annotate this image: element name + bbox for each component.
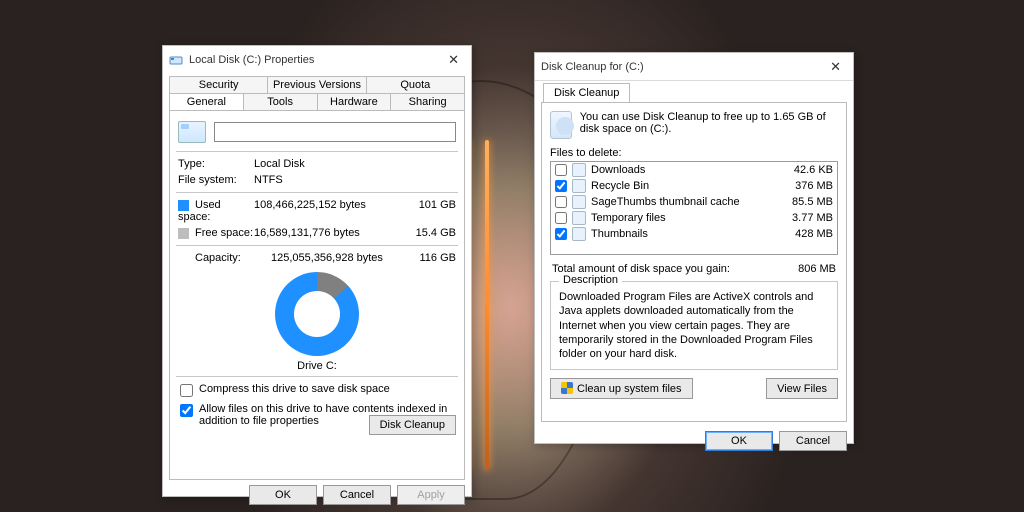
background-filament bbox=[485, 140, 489, 470]
titlebar[interactable]: Disk Cleanup for (C:) ✕ bbox=[535, 53, 853, 81]
label-filesystem: File system: bbox=[178, 174, 254, 186]
total-gain-value: 806 MB bbox=[798, 263, 836, 275]
file-name: Recycle Bin bbox=[591, 180, 772, 192]
tab-hardware[interactable]: Hardware bbox=[318, 93, 392, 110]
drive-name-input[interactable] bbox=[214, 122, 456, 142]
drive-icon bbox=[169, 53, 183, 67]
description-legend: Description bbox=[559, 274, 622, 286]
files-list[interactable]: Downloads 42.6 KB Recycle Bin 376 MB SageThu… bbox=[550, 161, 838, 255]
disk-cleanup-window: Disk Cleanup for (C:) ✕ Disk Cleanup You… bbox=[534, 52, 854, 444]
list-item[interactable]: Temporary files 3.77 MB bbox=[551, 210, 837, 226]
tab-previous-versions[interactable]: Previous Versions bbox=[268, 76, 366, 93]
label-free: Free space: bbox=[178, 227, 254, 239]
file-size: 42.6 KB bbox=[777, 164, 833, 176]
value-used-bytes: 108,466,225,152 bytes bbox=[254, 199, 400, 223]
tab-tools[interactable]: Tools bbox=[244, 93, 318, 110]
dialog-buttons: OK Cancel bbox=[535, 426, 853, 456]
file-size: 428 MB bbox=[777, 228, 833, 240]
file-type-icon bbox=[572, 179, 586, 193]
close-icon[interactable]: ✕ bbox=[442, 50, 465, 70]
tab-general[interactable]: General bbox=[169, 93, 244, 110]
view-files-button[interactable]: View Files bbox=[766, 378, 838, 399]
tab-sharing[interactable]: Sharing bbox=[391, 93, 465, 110]
value-type: Local Disk bbox=[254, 158, 456, 170]
drive-caption: Drive C: bbox=[178, 360, 456, 372]
description-group: Description Downloaded Program Files are… bbox=[550, 281, 838, 370]
file-checkbox[interactable] bbox=[555, 180, 567, 192]
close-icon[interactable]: ✕ bbox=[824, 57, 847, 77]
value-capacity-human: 116 GB bbox=[400, 252, 456, 264]
file-checkbox[interactable] bbox=[555, 164, 567, 176]
dialog-buttons: OK Cancel Apply bbox=[163, 480, 471, 510]
tab-disk-cleanup[interactable]: Disk Cleanup bbox=[543, 83, 630, 102]
file-name: Thumbnails bbox=[591, 228, 772, 240]
index-checkbox-input[interactable] bbox=[180, 404, 193, 417]
tab-page-general: Type:Local Disk File system:NTFS Used sp… bbox=[169, 110, 465, 480]
file-size: 376 MB bbox=[777, 180, 833, 192]
disk-cleanup-button[interactable]: Disk Cleanup bbox=[369, 415, 456, 435]
file-size: 3.77 MB bbox=[777, 212, 833, 224]
value-free-bytes: 16,589,131,776 bytes bbox=[254, 227, 400, 239]
value-capacity-bytes: 125,055,356,928 bytes bbox=[271, 252, 400, 264]
clean-system-files-button[interactable]: Clean up system files bbox=[550, 378, 693, 399]
compress-checkbox-input[interactable] bbox=[180, 384, 193, 397]
list-item[interactable]: SageThumbs thumbnail cache 85.5 MB bbox=[551, 194, 837, 210]
description-text: Downloaded Program Files are ActiveX con… bbox=[559, 290, 829, 361]
file-checkbox[interactable] bbox=[555, 212, 567, 224]
tab-security[interactable]: Security bbox=[169, 76, 268, 93]
file-type-icon bbox=[572, 211, 586, 225]
list-item[interactable]: Downloads 42.6 KB bbox=[551, 162, 837, 178]
tab-quota[interactable]: Quota bbox=[367, 76, 465, 93]
files-to-delete-label: Files to delete: bbox=[550, 147, 838, 159]
list-item[interactable]: Recycle Bin 376 MB bbox=[551, 178, 837, 194]
drive-icon bbox=[178, 121, 206, 143]
cancel-button[interactable]: Cancel bbox=[779, 431, 847, 451]
cleanup-info-text: You can use Disk Cleanup to free up to 1… bbox=[580, 111, 838, 139]
file-size: 85.5 MB bbox=[777, 196, 833, 208]
label-type: Type: bbox=[178, 158, 254, 170]
window-title: Disk Cleanup for (C:) bbox=[541, 61, 644, 73]
file-type-icon bbox=[572, 227, 586, 241]
file-name: Temporary files bbox=[591, 212, 772, 224]
ok-button[interactable]: OK bbox=[705, 431, 773, 451]
list-item[interactable]: Thumbnails 428 MB bbox=[551, 226, 837, 242]
window-title: Local Disk (C:) Properties bbox=[189, 54, 314, 66]
file-type-icon bbox=[572, 163, 586, 177]
file-checkbox[interactable] bbox=[555, 196, 567, 208]
file-name: SageThumbs thumbnail cache bbox=[591, 196, 772, 208]
disk-cleanup-icon bbox=[550, 111, 572, 139]
capacity-pie-chart bbox=[275, 272, 359, 356]
value-used-human: 101 GB bbox=[400, 199, 456, 223]
apply-button: Apply bbox=[397, 485, 465, 505]
drive-properties-window: Local Disk (C:) Properties ✕ Security Pr… bbox=[162, 45, 472, 497]
tab-page-disk-cleanup: You can use Disk Cleanup to free up to 1… bbox=[541, 102, 847, 422]
file-checkbox[interactable] bbox=[555, 228, 567, 240]
file-type-icon bbox=[572, 195, 586, 209]
label-used: Used space: bbox=[178, 199, 254, 223]
value-filesystem: NTFS bbox=[254, 174, 456, 186]
label-capacity: Capacity: bbox=[195, 252, 271, 264]
shield-icon bbox=[561, 382, 573, 394]
titlebar[interactable]: Local Disk (C:) Properties ✕ bbox=[163, 46, 471, 74]
tabs: Security Previous Versions Quota General… bbox=[169, 76, 465, 110]
cancel-button[interactable]: Cancel bbox=[323, 485, 391, 505]
compress-checkbox[interactable]: Compress this drive to save disk space bbox=[180, 383, 454, 397]
value-free-human: 15.4 GB bbox=[400, 227, 456, 239]
ok-button[interactable]: OK bbox=[249, 485, 317, 505]
file-name: Downloads bbox=[591, 164, 772, 176]
